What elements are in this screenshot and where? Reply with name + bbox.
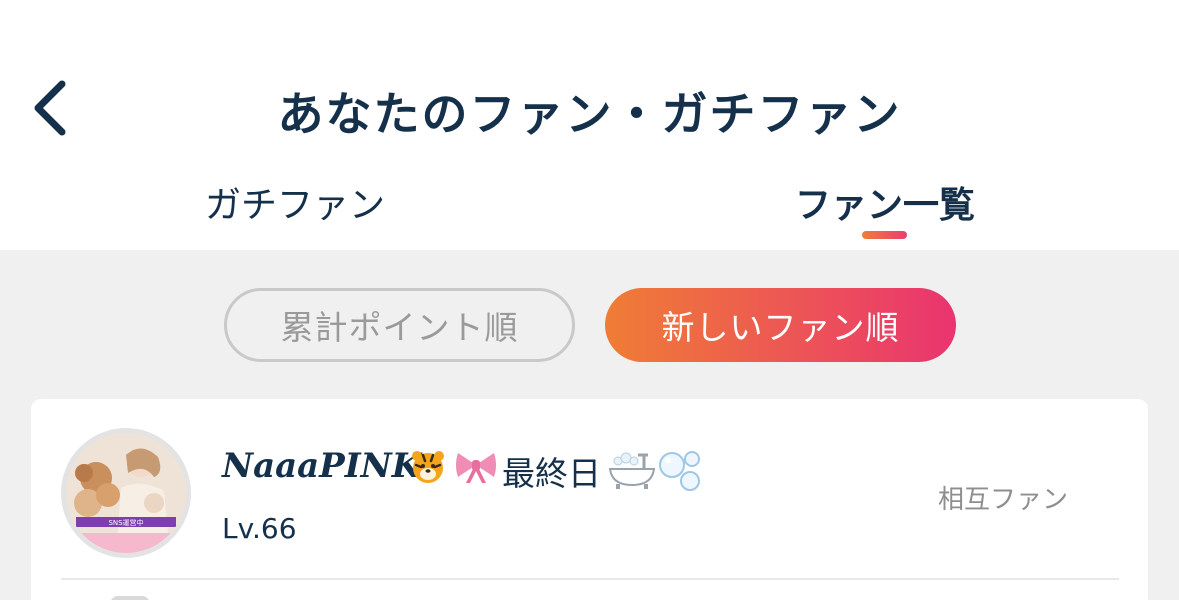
sort-newest-button[interactable]: 新しいファン順 (605, 288, 956, 362)
next-list-item-avatar (110, 596, 150, 600)
status-badge: 相互ファン (938, 485, 1069, 515)
fan-name-suffix-text: 最終日 (502, 454, 601, 493)
tab-gachi-fan[interactable]: ガチファン (150, 176, 440, 232)
tab-fan-list[interactable]: ファン一覧 (735, 176, 1035, 232)
ribbon-emoji-icon (454, 449, 498, 485)
tiger-emoji-icon (410, 449, 446, 485)
page-title: あなたのファン・ガチファン (277, 87, 902, 141)
bathtub-emoji-icon (608, 451, 656, 491)
avatar-image: SNS運営中 (66, 433, 186, 553)
sort-total-points-button[interactable]: 累計ポイント順 (224, 288, 575, 362)
list-divider (61, 578, 1119, 580)
avatar-badge-text: SNS運営中 (108, 518, 143, 527)
active-tab-indicator (862, 231, 907, 239)
fan-level: Lv.66 (222, 512, 297, 545)
header: あなたのファン・ガチファン ガチファン ファン一覧 (0, 0, 1179, 250)
fan-name-suffix: 最終日 (412, 447, 700, 495)
bubbles-emoji-icon (658, 449, 704, 493)
avatar[interactable]: SNS運営中 (61, 428, 191, 558)
fan-name[interactable]: NaaaPINK (222, 446, 421, 486)
